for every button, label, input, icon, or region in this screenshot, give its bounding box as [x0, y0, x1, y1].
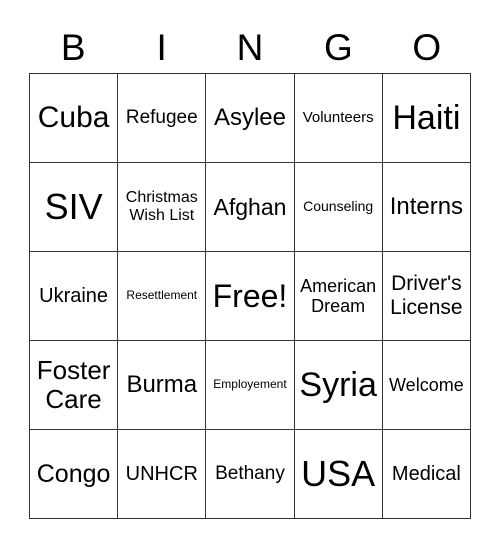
- bingo-cell[interactable]: American Dream: [293, 251, 383, 341]
- bingo-cell[interactable]: Refugee: [117, 73, 207, 163]
- bingo-cell[interactable]: Syria: [293, 340, 383, 430]
- bingo-cell[interactable]: Driver's License: [381, 251, 472, 341]
- grid-row: Congo UNHCR Bethany USA Medical: [28, 429, 472, 519]
- grid-row: Cuba Refugee Asylee Volunteers Haiti: [28, 73, 472, 163]
- header-letter-o: O: [412, 27, 442, 68]
- header-letter-i: I: [156, 27, 167, 68]
- bingo-cell[interactable]: Welcome: [381, 340, 472, 430]
- bingo-cell[interactable]: Resettlement: [117, 251, 207, 341]
- bingo-cell[interactable]: UNHCR: [117, 429, 207, 519]
- bingo-cell[interactable]: Bethany: [205, 429, 295, 519]
- bingo-header: B I N G O: [29, 24, 471, 72]
- grid-row: Foster Care Burma Employement Syria Welc…: [28, 340, 472, 430]
- bingo-cell[interactable]: Foster Care: [28, 340, 119, 430]
- bingo-cell[interactable]: Cuba: [28, 73, 119, 163]
- bingo-cell[interactable]: SIV: [28, 162, 119, 252]
- grid-row: SIV Christmas Wish List Afghan Counselin…: [28, 162, 472, 252]
- header-letter-b: B: [60, 27, 86, 68]
- bingo-cell[interactable]: Burma: [117, 340, 207, 430]
- bingo-grid: Cuba Refugee Asylee Volunteers Haiti SIV…: [28, 73, 472, 519]
- bingo-cell[interactable]: Christmas Wish List: [117, 162, 207, 252]
- bingo-cell[interactable]: Employement: [205, 340, 295, 430]
- bingo-cell[interactable]: Ukraine: [28, 251, 119, 341]
- bingo-cell[interactable]: Interns: [381, 162, 472, 252]
- free-space-cell[interactable]: Free!: [205, 251, 295, 341]
- header-letter-g: G: [323, 27, 353, 68]
- bingo-cell[interactable]: Congo: [28, 429, 119, 519]
- bingo-cell[interactable]: Volunteers: [293, 73, 383, 163]
- bingo-cell[interactable]: Haiti: [381, 73, 472, 163]
- bingo-cell[interactable]: Medical: [381, 429, 472, 519]
- bingo-cell[interactable]: Asylee: [205, 73, 295, 163]
- bingo-cell[interactable]: USA: [293, 429, 383, 519]
- bingo-cell[interactable]: Afghan: [205, 162, 295, 252]
- header-letter-n: N: [236, 27, 264, 68]
- bingo-cell[interactable]: Counseling: [293, 162, 383, 252]
- grid-row: Ukraine Resettlement Free! American Drea…: [28, 251, 472, 341]
